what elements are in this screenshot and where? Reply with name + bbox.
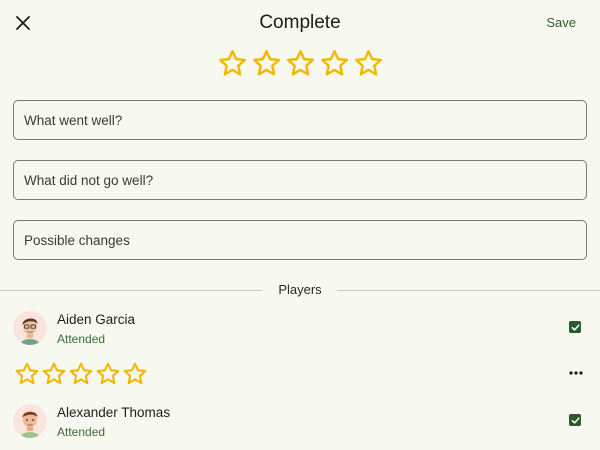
top-app-bar: Complete Save [0, 0, 600, 46]
star-icon[interactable] [353, 48, 384, 79]
star-icon[interactable] [41, 361, 67, 387]
went-well-input[interactable] [14, 112, 586, 128]
star-icon[interactable] [285, 48, 316, 79]
page-title: Complete [259, 12, 341, 33]
player-row: Alexander Thomas Attended [0, 401, 600, 445]
star-icon[interactable] [95, 361, 121, 387]
attendance-status: Attended [57, 425, 106, 439]
attended-checkbox[interactable] [569, 414, 581, 426]
more-horizontal-icon [569, 371, 583, 375]
possible-changes-input[interactable] [14, 232, 586, 248]
went-well-field [13, 100, 587, 140]
star-icon[interactable] [217, 48, 248, 79]
star-icon[interactable] [251, 48, 282, 79]
star-icon[interactable] [68, 361, 94, 387]
save-button[interactable]: Save [546, 15, 576, 30]
star-icon[interactable] [319, 48, 350, 79]
player-row: Aiden Garcia Attended [0, 308, 600, 352]
player-name: Aiden Garcia [57, 312, 136, 327]
not-well-input[interactable] [14, 172, 586, 188]
player-rating [14, 361, 148, 387]
attended-checkbox[interactable] [569, 321, 581, 333]
check-icon [571, 323, 580, 331]
avatar [13, 311, 47, 345]
possible-changes-field [13, 220, 587, 260]
check-icon [571, 416, 580, 424]
players-divider: Players [0, 279, 600, 301]
avatar [13, 404, 47, 438]
star-icon[interactable] [122, 361, 148, 387]
player-name: Alexander Thomas [57, 405, 171, 420]
star-icon[interactable] [14, 361, 40, 387]
session-rating [0, 48, 600, 80]
players-section-label: Players [278, 282, 322, 297]
attendance-status: Attended [57, 332, 106, 346]
not-well-field [13, 160, 587, 200]
more-options-button[interactable] [566, 365, 586, 381]
